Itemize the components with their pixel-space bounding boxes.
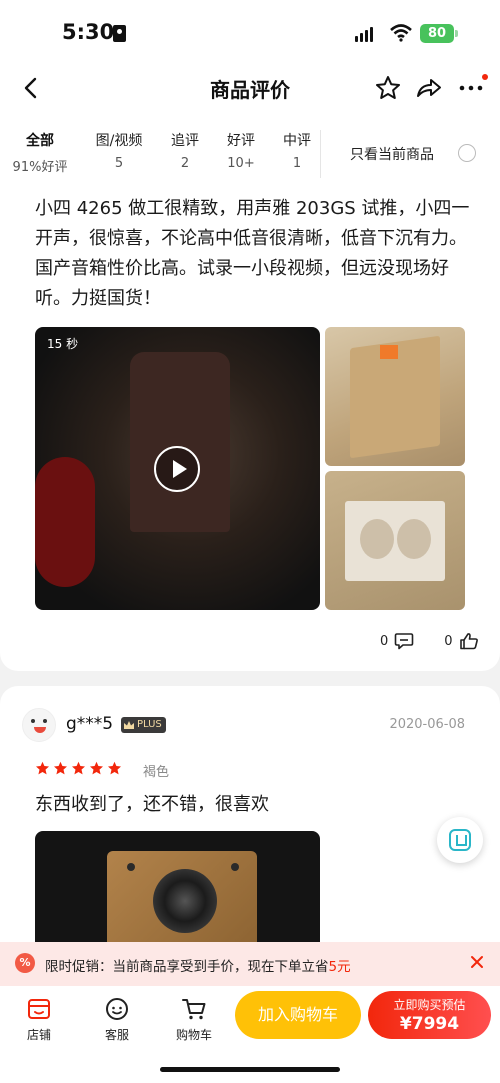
tab-all-label: 全部 [26,133,54,149]
review-card: g***5 PLUS 2020-06-08 褐色 东西收到了，还不错，很喜欢 [0,686,500,951]
tab-photo-video-label: 图/视频 [95,133,143,149]
star-icon [108,761,121,775]
tab-follow-up[interactable]: 追评 2 [160,130,210,171]
video-duration: 15 秒 [47,337,79,351]
video-scene-object [35,457,95,587]
notification-dot [482,74,488,80]
battery-indicator: 80 [420,24,454,43]
plus-member-badge: PLUS [121,717,166,733]
tab-neutral-label: 中评 [283,133,311,149]
crown-icon [124,721,134,729]
star-icon [54,761,67,775]
photo-speaker-wrap [360,519,394,559]
customer-service-icon [106,998,128,1020]
tab-follow-up-label: 追评 [171,133,199,149]
buy-now-button[interactable]: 立即购买预估 ¥7994 [368,991,491,1039]
buy-now-price: ¥7994 [399,1014,460,1034]
buy-now-label: 立即购买预估 [393,998,466,1012]
customer-service-button[interactable]: 客服 [87,996,147,1043]
tab-all-count: 91%好评 [12,160,68,175]
review-card: 小四 4265 做工很精致，用声雅 203GS 试推，小四一开声，很惊喜，不论高… [0,192,500,671]
play-icon[interactable] [154,446,200,492]
promo-text: 限时促销：当前商品享受到手价，现在下单立省5元 [45,955,351,975]
customer-service-label: 客服 [104,1028,129,1042]
like-count: 0 [444,633,453,649]
discount-icon: % [15,953,35,973]
only-current-product-label[interactable]: 只看当前商品 [350,144,434,164]
id-card-icon [113,25,126,42]
reviewer-name: g***5 [66,714,114,734]
review-video[interactable]: 15 秒 [35,327,320,610]
review-filter-bar: 全部 91%好评 图/视频 5 追评 2 好评 10+ 中评 1 只看当前商品 [0,116,500,200]
status-time: 5:30 [62,20,115,44]
tab-all[interactable]: 全部 91%好评 [10,130,70,200]
photo-speaker-wrap [397,519,431,559]
add-to-cart-button[interactable]: 加入购物车 [235,991,361,1039]
thumbs-up-icon[interactable] [459,632,479,650]
plus-badge-label: PLUS [137,719,162,730]
photo-screw [231,863,239,871]
promo-amount: 5元 [328,959,351,975]
star-icon [72,761,85,775]
star-rating [35,761,122,776]
store-button[interactable]: 店铺 [9,996,69,1043]
bottom-action-bar: 店铺 客服 购物车 加入购物车 立即购买预估 ¥7994 [0,986,500,1083]
product-variant: 褐色 [143,765,170,780]
avatar[interactable] [22,708,56,742]
promo-prefix: 限时促销：当前商品享受到手价，现在下单立省 [45,959,329,975]
tab-photo-video[interactable]: 图/视频 5 [84,130,154,171]
store-label: 店铺 [26,1028,51,1042]
video-scene-speaker [130,352,230,532]
wifi-icon [390,24,412,42]
photo-screw [127,863,135,871]
review-text: 小四 4265 做工很精致，用声雅 203GS 试推，小四一开声，很惊喜，不论高… [35,198,470,309]
home-indicator[interactable] [160,1067,340,1072]
cart-button[interactable]: 购物车 [164,996,224,1043]
battery-cap [455,30,458,37]
tab-photo-video-count: 5 [114,156,124,171]
review-date: 2020-06-08 [389,717,465,732]
close-icon[interactable] [468,953,486,971]
tab-neutral[interactable]: 中评 1 [272,130,322,171]
comment-icon[interactable] [394,632,414,650]
review-photo[interactable] [325,327,465,466]
status-bar: 5:30 80 [0,0,500,66]
tab-neutral-count: 1 [292,156,302,171]
assistant-icon [449,829,471,851]
only-current-product-radio[interactable] [458,144,476,162]
store-icon [28,999,50,1019]
signal-icon [355,26,373,42]
photo-label-tag [380,345,398,359]
tab-positive[interactable]: 好评 10+ [216,130,266,171]
promo-banner[interactable]: % 限时促销：当前商品享受到手价，现在下单立省5元 [0,942,500,986]
share-icon[interactable] [414,74,444,102]
tab-positive-label: 好评 [227,133,255,149]
cart-label: 购物车 [175,1028,212,1042]
review-text: 东西收到了，还不错，很喜欢 [35,794,269,815]
tab-follow-up-count: 2 [180,156,190,171]
floating-assistant-button[interactable] [437,817,483,863]
cart-icon [182,999,206,1020]
review-photo[interactable] [35,831,320,951]
star-icon [36,761,49,775]
nav-header: 商品评价 [0,66,500,116]
comment-count: 0 [380,633,389,649]
tab-positive-count: 10+ [227,156,255,171]
favorite-star-icon[interactable] [374,74,402,102]
filter-divider [320,130,321,178]
review-photo[interactable] [325,471,465,610]
star-icon [90,761,103,775]
review-actions: 0 0 [380,632,479,650]
photo-speaker-driver [153,869,217,933]
